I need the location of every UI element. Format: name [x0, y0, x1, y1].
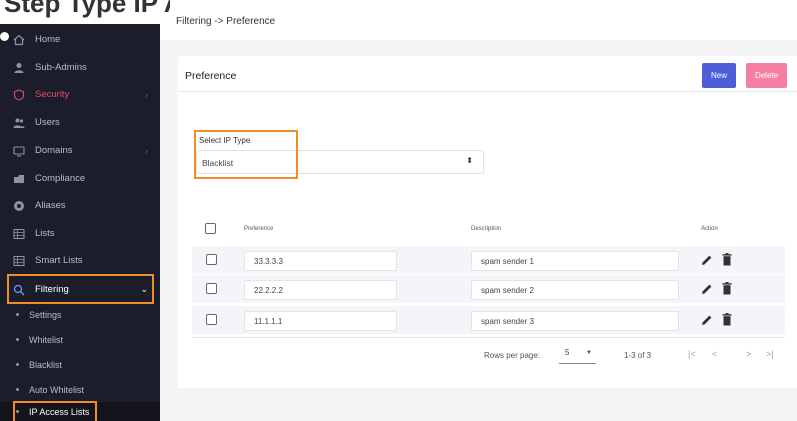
- trash-icon[interactable]: [722, 253, 732, 266]
- preference-input[interactable]: 22.2.2.2: [244, 280, 397, 300]
- search-icon: [12, 283, 26, 297]
- window-dot: [0, 32, 9, 41]
- trash-icon[interactable]: [722, 282, 732, 295]
- preference-input[interactable]: 11.1.1.1: [244, 311, 397, 331]
- description-input[interactable]: spam sender 3: [471, 311, 679, 331]
- next-page-icon[interactable]: >: [746, 349, 751, 359]
- sidebar-item-label: Security: [35, 89, 70, 100]
- select-all-checkbox[interactable]: [205, 223, 216, 234]
- users-icon: [12, 116, 26, 130]
- home-icon: [12, 33, 26, 47]
- rows-per-page-select[interactable]: 5 ▼: [559, 348, 596, 364]
- sidebar-item-filtering[interactable]: Filtering ⌄: [0, 276, 160, 303]
- sidebar-item-label: Sub-Admins: [35, 62, 87, 73]
- sidebar-subitem-settings[interactable]: Settings: [0, 302, 160, 327]
- delete-button[interactable]: Delete: [746, 63, 787, 88]
- sidebar-item-label: Lists: [35, 228, 55, 239]
- sidebar-item-label: Filtering: [35, 284, 69, 295]
- sidebar-item-lists[interactable]: Lists: [0, 220, 160, 247]
- shield-icon: [12, 88, 26, 102]
- ip-type-select[interactable]: Blacklist ⬍: [196, 150, 484, 174]
- sidebar-item-aliases[interactable]: Aliases: [0, 192, 160, 219]
- first-page-icon[interactable]: |<: [688, 349, 696, 359]
- preference-card: Preference New Delete Select IP Type Bla…: [178, 56, 797, 388]
- prev-page-icon[interactable]: <: [712, 349, 717, 359]
- sidebar-subitem-auto-whitelist[interactable]: Auto Whitelist: [0, 377, 160, 402]
- description-input[interactable]: spam sender 1: [471, 251, 679, 271]
- caret-down-icon: ▼: [586, 350, 592, 356]
- table-row: 11.1.1.1 spam sender 3: [192, 306, 785, 334]
- header-preference: Preference: [244, 226, 274, 232]
- chevron-right-icon: ›: [145, 89, 148, 100]
- description-input[interactable]: spam sender 2: [471, 280, 679, 300]
- smart-list-icon: [12, 254, 26, 268]
- list-icon: [12, 227, 26, 241]
- sidebar-subitem-ip-access-lists[interactable]: IP Access Lists: [0, 402, 160, 421]
- new-button[interactable]: New: [702, 63, 736, 88]
- row-checkbox[interactable]: [206, 314, 217, 325]
- card-header: Preference New Delete: [178, 56, 797, 92]
- top-caption: Step Type IP Access Type: [0, 0, 170, 24]
- sidebar-item-compliance[interactable]: Compliance: [0, 165, 160, 192]
- header-description: Description: [471, 226, 502, 232]
- sidebar-item-label: Users: [35, 117, 60, 128]
- table-header: Preference Description Action: [191, 216, 784, 242]
- sidebar: Home Sub-Admins Security › Users Domains…: [0, 24, 160, 421]
- user-icon: [12, 61, 26, 75]
- select-arrows-icon: ⬍: [466, 156, 473, 165]
- sidebar-item-security[interactable]: Security ›: [0, 81, 160, 108]
- table-row: 22.2.2.2 spam sender 2: [192, 275, 785, 303]
- sidebar-item-users[interactable]: Users: [0, 109, 160, 136]
- last-page-icon[interactable]: >|: [766, 349, 774, 359]
- preference-input[interactable]: 33.3.3.3: [244, 251, 397, 271]
- page-title: Preference: [185, 70, 237, 82]
- row-checkbox[interactable]: [206, 283, 217, 294]
- rows-per-page-label: Rows per page:: [484, 351, 541, 360]
- sidebar-item-sub-admins[interactable]: Sub-Admins: [0, 54, 160, 81]
- sidebar-item-label: Compliance: [35, 173, 86, 184]
- sidebar-item-smart-lists[interactable]: Smart Lists: [0, 247, 160, 274]
- sidebar-item-label: Home: [35, 34, 61, 45]
- pagination: Rows per page: 5 ▼ 1-3 of 3 |< < > >|: [192, 337, 785, 373]
- sidebar-item-label: Aliases: [35, 200, 66, 211]
- row-checkbox[interactable]: [206, 254, 217, 265]
- page-range: 1-3 of 3: [624, 351, 652, 360]
- select-ip-type-label: Select IP Type: [199, 136, 251, 145]
- chevron-down-icon: ⌄: [140, 284, 148, 294]
- breadcrumb: Filtering -> Preference: [176, 16, 276, 27]
- sidebar-subitem-whitelist[interactable]: Whitelist: [0, 327, 160, 352]
- sidebar-item-label: Domains: [35, 145, 73, 156]
- monitor-icon: [12, 144, 26, 158]
- trash-icon[interactable]: [722, 313, 732, 326]
- edit-icon[interactable]: [701, 283, 713, 295]
- ip-type-value: Blacklist: [202, 158, 234, 168]
- compliance-icon: [12, 172, 26, 186]
- chevron-right-icon: ›: [145, 145, 148, 156]
- table-row: 33.3.3.3 spam sender 1: [192, 246, 785, 274]
- sidebar-item-domains[interactable]: Domains ›: [0, 137, 160, 164]
- sidebar-item-home[interactable]: Home: [0, 26, 160, 53]
- edit-icon[interactable]: [701, 254, 713, 266]
- sidebar-subitem-blacklist[interactable]: Blacklist: [0, 352, 160, 377]
- sidebar-item-label: Smart Lists: [35, 255, 83, 266]
- header-action: Action: [701, 226, 718, 232]
- edit-icon[interactable]: [701, 314, 713, 326]
- alias-icon: [12, 199, 26, 213]
